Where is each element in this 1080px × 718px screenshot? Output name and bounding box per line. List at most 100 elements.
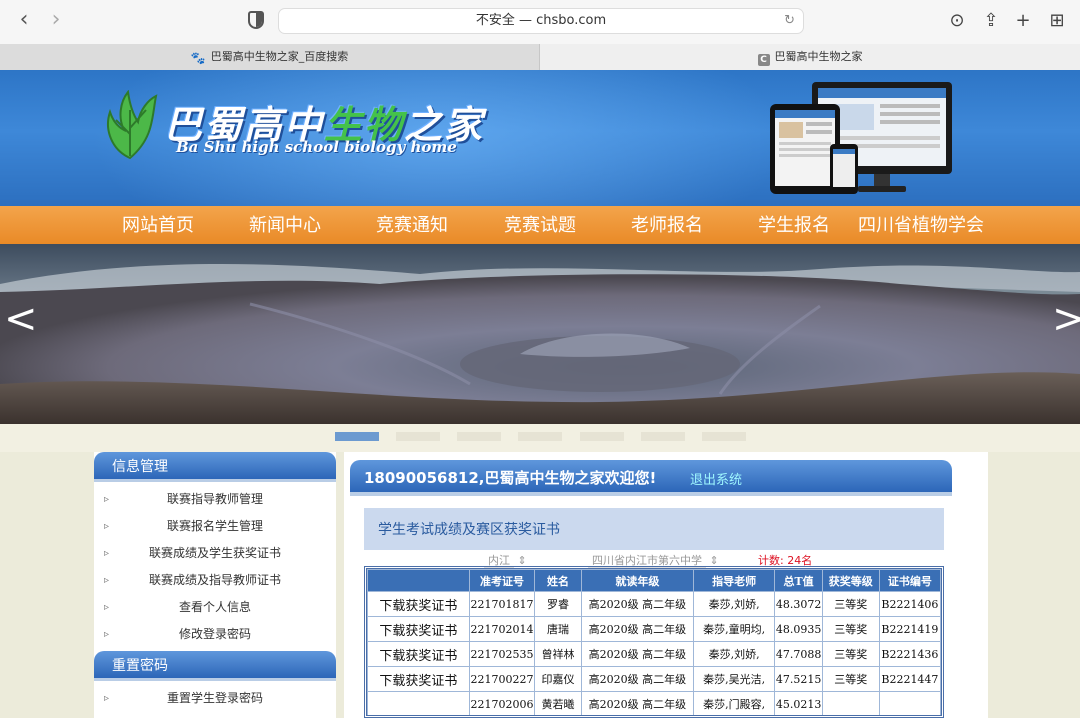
- tab-overview-icon[interactable]: ⊞: [1046, 10, 1068, 32]
- table-cell: 47.5215: [774, 666, 823, 692]
- download-icon[interactable]: ⊙: [946, 10, 968, 32]
- table-cell: 三等奖: [821, 591, 880, 617]
- col-header: 指导老师: [692, 569, 776, 592]
- school-select[interactable]: 四川省内江市第六中学 ⇕: [588, 552, 719, 568]
- table-cell: 221701817: [468, 591, 536, 617]
- table-cell: 曾祥林: [534, 641, 582, 667]
- scores-table: 准考证号 姓名 就读年级 指导老师 总T值 获奖等级 证书编号 下载获奖证书 22…: [367, 569, 941, 715]
- carousel-dot[interactable]: [335, 432, 379, 441]
- table-cell: 221702014: [468, 616, 536, 642]
- nav-contest-notice[interactable]: 竞赛通知: [376, 206, 448, 244]
- table-cell: 48.3072: [774, 591, 823, 617]
- tab-label: 巴蜀高中生物之家: [774, 50, 863, 63]
- carousel-prev-button[interactable]: <: [4, 296, 38, 342]
- table-cell: 高2020级 高二年级: [580, 691, 694, 715]
- browser-toolbar: ‹ › 不安全 — chsbo.com ↻ ⊙ ⇪ + ⊞: [0, 0, 1080, 44]
- sidebar-item-profile[interactable]: 查看个人信息: [94, 594, 336, 621]
- privacy-shield-icon[interactable]: [248, 11, 264, 29]
- col-header: 就读年级: [580, 569, 694, 592]
- sidebar: 信息管理 联赛指导教师管理 联赛报名学生管理 联赛成绩及学生获奖证书 联赛成绩及…: [94, 452, 336, 718]
- carousel-next-button[interactable]: >: [1052, 296, 1080, 342]
- download-certificate-link[interactable]: 下载获奖证书: [367, 641, 470, 667]
- table-header-row: 准考证号 姓名 就读年级 指导老师 总T值 获奖等级 证书编号: [367, 569, 941, 592]
- nav-news[interactable]: 新闻中心: [249, 206, 321, 244]
- table-cell: 45.0213: [774, 691, 823, 715]
- table-cell: B2221419: [878, 616, 941, 642]
- section-title: 学生考试成绩及赛区获奖证书: [364, 508, 944, 550]
- site-logo-subtitle: Ba Shu high school biology home: [176, 138, 457, 156]
- carousel-dot[interactable]: [580, 432, 624, 441]
- nav-sichuan-botany[interactable]: 四川省植物学会: [858, 206, 984, 244]
- count-text: 计数: 24名: [758, 554, 813, 567]
- table-cell: 罗睿: [534, 591, 582, 617]
- table-cell: 秦莎,刘娇,: [692, 591, 776, 617]
- table-cell: 高2020级 高二年级: [580, 641, 694, 667]
- download-certificate-link[interactable]: 下载获奖证书: [367, 666, 470, 692]
- table-cell: 221700227: [468, 666, 536, 692]
- forward-icon[interactable]: ›: [44, 8, 68, 32]
- sidebar-header-info-management: 信息管理: [94, 452, 336, 482]
- nav-contest-papers[interactable]: 竞赛试题: [504, 206, 576, 244]
- site-page: 巴蜀高中生物之家 Ba Shu high school biology home…: [0, 70, 1080, 718]
- table-cell: 秦莎,童明均,: [692, 616, 776, 642]
- table-cell: 黄若曦: [534, 691, 582, 715]
- table-cell: 秦莎,刘娇,: [692, 641, 776, 667]
- share-icon[interactable]: ⇪: [980, 10, 1002, 32]
- site-banner: 巴蜀高中生物之家 Ba Shu high school biology home: [0, 70, 1080, 206]
- table-row: 下载获奖证书 221701817 罗睿 高2020级 高二年级 秦莎,刘娇, 48.307…: [367, 591, 941, 617]
- reload-icon[interactable]: ↻: [784, 9, 795, 33]
- carousel-indicators: [0, 424, 1080, 452]
- col-header: 姓名: [534, 569, 582, 592]
- table-cell: 秦莎,吴光洁,: [692, 666, 776, 692]
- table-cell: B2221406: [878, 591, 941, 617]
- table-cell: 三等奖: [821, 616, 880, 642]
- table-row: 下载获奖证书 221702535 曾祥林 高2020级 高二年级 秦莎,刘娇, 47.70…: [367, 641, 941, 667]
- table-row: 221702006 黄若曦 高2020级 高二年级 秦莎,门殿容, 45.0213: [367, 691, 941, 715]
- region-select[interactable]: 内江 ⇕: [484, 552, 527, 568]
- back-icon[interactable]: ‹: [12, 8, 36, 32]
- sidebar-header-reset-password: 重置密码: [94, 651, 336, 681]
- col-header: 准考证号: [468, 569, 536, 592]
- address-bar[interactable]: 不安全 — chsbo.com ↻: [278, 8, 804, 34]
- table-cell: B2221436: [878, 641, 941, 667]
- table-cell: 秦莎,门殿容,: [692, 691, 776, 715]
- carousel-dot[interactable]: [641, 432, 685, 441]
- nav-student-signup[interactable]: 学生报名: [758, 206, 830, 244]
- download-certificate-link[interactable]: 下载获奖证书: [367, 616, 470, 642]
- col-header: [367, 569, 470, 592]
- table-cell: 221702535: [468, 641, 536, 667]
- download-certificate-link: [367, 691, 470, 715]
- table-cell: 221702006: [468, 691, 536, 715]
- welcome-message: 18090056812,巴蜀高中生物之家欢迎您!: [364, 469, 657, 487]
- nav-home[interactable]: 网站首页: [122, 206, 194, 244]
- logout-link[interactable]: 退出系统: [690, 469, 742, 488]
- leaf-logo-icon: [107, 90, 158, 160]
- download-certificate-link[interactable]: 下载获奖证书: [367, 591, 470, 617]
- sidebar-item-student-certificates[interactable]: 联赛成绩及学生获奖证书: [94, 540, 336, 567]
- url-text: 不安全 — chsbo.com: [475, 13, 607, 28]
- sidebar-item-teacher-management[interactable]: 联赛指导教师管理: [94, 486, 336, 513]
- tab-baidu-search[interactable]: 🐾 巴蜀高中生物之家_百度搜索: [0, 44, 540, 70]
- col-header: 总T值: [774, 569, 823, 592]
- table-cell: B2221447: [878, 666, 941, 692]
- carousel-dot[interactable]: [396, 432, 440, 441]
- carousel-dot[interactable]: [702, 432, 746, 441]
- scores-table-frame: 准考证号 姓名 就读年级 指导老师 总T值 获奖等级 证书编号 下载获奖证书 22…: [364, 566, 944, 718]
- tab-chsbo[interactable]: C 巴蜀高中生物之家: [540, 44, 1080, 70]
- nav-teacher-signup[interactable]: 老师报名: [631, 206, 703, 244]
- col-header: 证书编号: [878, 569, 941, 592]
- crater-landscape-image: [0, 244, 1080, 424]
- table-row: 下载获奖证书 221700227 印嘉仪 高2020级 高二年级 秦莎,吴光洁, 47.5…: [367, 666, 941, 692]
- sidebar-item-reset-student-password[interactable]: 重置学生登录密码: [94, 685, 336, 712]
- sidebar-item-teacher-certificates[interactable]: 联赛成绩及指导教师证书: [94, 567, 336, 594]
- table-cell: 三等奖: [821, 641, 880, 667]
- devices-illustration: [770, 82, 952, 194]
- sidebar-item-change-password[interactable]: 修改登录密码: [94, 621, 336, 648]
- new-tab-icon[interactable]: +: [1012, 10, 1034, 32]
- tab-bar: 🐾 巴蜀高中生物之家_百度搜索 C 巴蜀高中生物之家: [0, 44, 1080, 70]
- carousel-dot[interactable]: [518, 432, 562, 441]
- sidebar-item-student-management[interactable]: 联赛报名学生管理: [94, 513, 336, 540]
- table-cell: 唐瑞: [534, 616, 582, 642]
- col-header: 获奖等级: [821, 569, 880, 592]
- carousel-dot[interactable]: [457, 432, 501, 441]
